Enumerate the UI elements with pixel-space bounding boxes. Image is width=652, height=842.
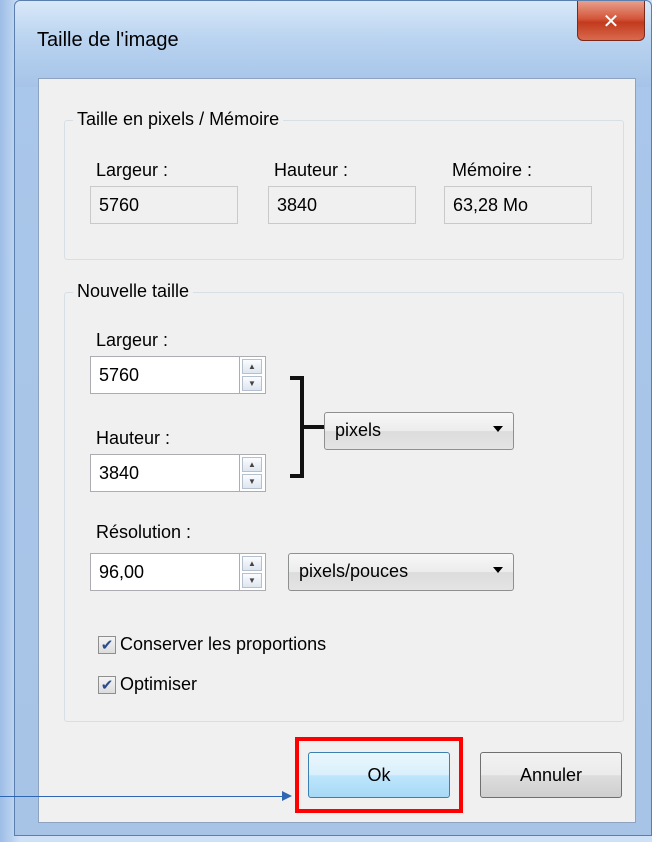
new-width-input[interactable]: 5760 <box>90 356 240 394</box>
original-width-label: Largeur : <box>96 160 169 180</box>
resolution-increment-button[interactable]: ▲ <box>242 556 262 571</box>
resolution-unit-select[interactable]: pixels/pouces <box>288 553 514 591</box>
original-height-label: Hauteur : <box>274 160 349 180</box>
new-height-label: Hauteur : <box>96 428 171 448</box>
close-icon: ✕ <box>602 8 620 33</box>
pixel-memory-group-title: Taille en pixels / Mémoire <box>73 109 284 130</box>
dialog-title: Taille de l'image <box>37 29 179 51</box>
title-bar[interactable]: Taille de l'image ✕ <box>15 1 651 87</box>
resolution-label: Résolution : <box>96 522 192 542</box>
memory-label: Mémoire : <box>452 160 533 180</box>
new-height-spinner: ▲ ▼ <box>240 454 266 492</box>
checkmark-icon: ✔ <box>100 675 114 694</box>
resolution-unit-select-value: pixels/pouces <box>299 561 409 581</box>
chevron-down-icon <box>493 426 503 432</box>
new-height-input[interactable]: 3840 <box>90 454 240 492</box>
pointer-arrow-line <box>0 796 290 797</box>
new-height-decrement-button[interactable]: ▼ <box>242 474 262 489</box>
cancel-button[interactable]: Annuler <box>480 752 622 798</box>
memory-value: 63,28 Mo <box>444 186 592 224</box>
chevron-down-icon <box>493 567 503 573</box>
resolution-spinner: ▲ ▼ <box>240 553 266 591</box>
keep-proportions-label[interactable]: Conserver les proportions <box>120 634 326 655</box>
original-width-value: 5760 <box>90 186 238 224</box>
size-unit-select-value: pixels <box>335 420 382 440</box>
new-height-increment-button[interactable]: ▲ <box>242 457 262 472</box>
resolution-decrement-button[interactable]: ▼ <box>242 573 262 588</box>
close-button[interactable]: ✕ <box>577 1 645 41</box>
link-bracket <box>290 376 304 478</box>
new-size-group-title: Nouvelle taille <box>73 281 194 302</box>
keep-proportions-checkbox[interactable]: ✔ <box>98 636 116 654</box>
link-bracket-tick <box>304 425 324 429</box>
new-width-increment-button[interactable]: ▲ <box>242 359 262 374</box>
original-height-value: 3840 <box>268 186 416 224</box>
pointer-arrow-head <box>282 791 292 801</box>
new-width-spinner: ▲ ▼ <box>240 356 266 394</box>
size-unit-select[interactable]: pixels <box>324 412 514 450</box>
resolution-input[interactable]: 96,00 <box>90 553 240 591</box>
optimize-label[interactable]: Optimiser <box>120 674 197 695</box>
checkmark-icon: ✔ <box>100 635 114 654</box>
optimize-checkbox[interactable]: ✔ <box>98 676 116 694</box>
ok-highlight-box <box>295 737 463 813</box>
new-width-decrement-button[interactable]: ▼ <box>242 376 262 391</box>
new-width-label: Largeur : <box>96 330 169 350</box>
